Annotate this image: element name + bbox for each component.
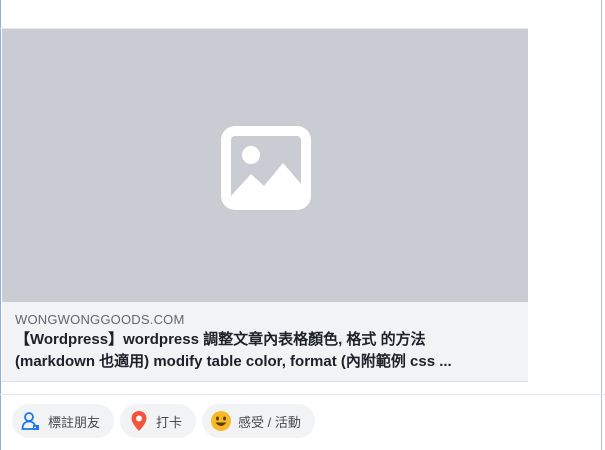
- check-in-label: 打卡: [156, 414, 183, 430]
- image-placeholder-icon: [221, 126, 311, 210]
- tag-friends-label: 標註朋友: [48, 414, 101, 430]
- link-preview-card[interactable]: WONGWONGGOODS.COM 【Wordpress】wordpress 調…: [2, 29, 528, 382]
- link-title-line-1: 【Wordpress】wordpress 調整文章內表格顏色, 格式 的方法: [15, 331, 426, 348]
- tag-friends-button[interactable]: 標註朋友: [12, 404, 115, 438]
- link-info: WONGWONGGOODS.COM 【Wordpress】wordpress 調…: [2, 302, 528, 382]
- link-title: 【Wordpress】wordpress 調整文章內表格顏色, 格式 的方法 (…: [15, 329, 520, 373]
- link-domain: WONGWONGGOODS.COM: [15, 312, 185, 327]
- preview-image-placeholder: [2, 29, 528, 302]
- check-in-button[interactable]: 打卡: [120, 404, 197, 438]
- tag-friends-icon: [20, 410, 42, 432]
- feeling-activity-button[interactable]: 感受 / 活動: [202, 404, 315, 438]
- window-right-border: [601, 0, 602, 450]
- action-bar-divider: [0, 394, 605, 395]
- smiley-icon: [210, 410, 232, 432]
- post-action-bar: 標註朋友 打卡 感受 / 活動: [12, 404, 315, 438]
- window-left-border: [0, 0, 1, 450]
- link-title-line-2: (markdown 也適用) modify table color, forma…: [15, 353, 452, 370]
- location-pin-icon: [128, 410, 150, 432]
- feeling-activity-label: 感受 / 活動: [238, 414, 301, 430]
